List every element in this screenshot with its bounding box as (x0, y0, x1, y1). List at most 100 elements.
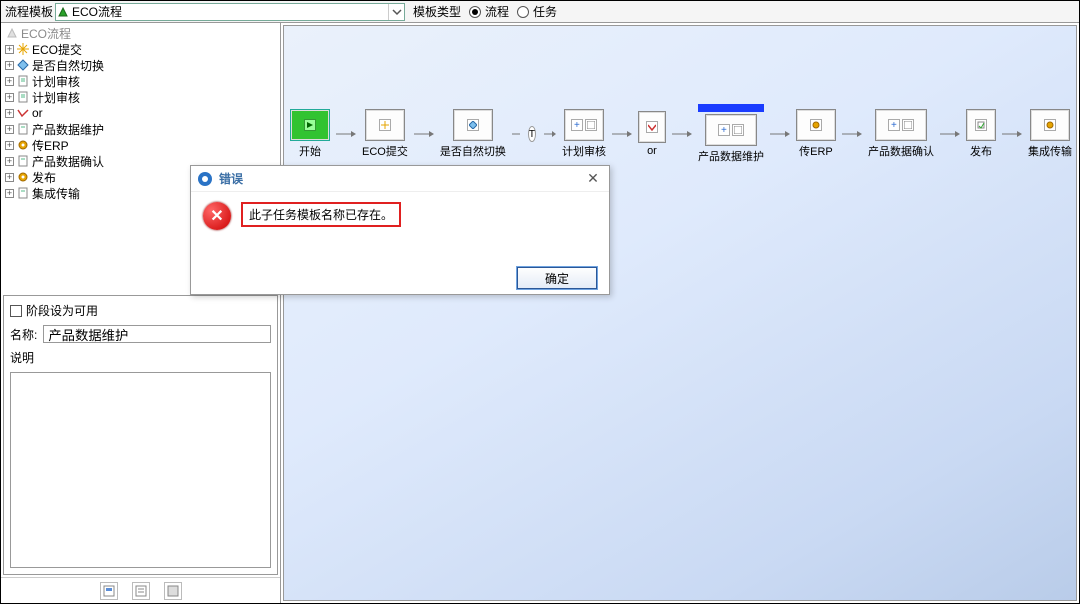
arrow-icon (414, 129, 434, 139)
node-data-maintain[interactable]: + 产品数据维护 (698, 104, 764, 164)
tree-item-label: 计划审核 (32, 73, 80, 90)
radio-task[interactable] (517, 6, 529, 18)
tree-item[interactable]: + 计划审核 (3, 89, 278, 105)
tree-item-label: 传ERP (32, 137, 69, 154)
tree-item[interactable]: + or (3, 105, 278, 121)
toolbar-button-2[interactable] (132, 582, 150, 600)
doc-icon (16, 90, 30, 104)
template-combo[interactable]: ECO流程 (55, 3, 405, 21)
toolbar-button-1[interactable] (100, 582, 118, 600)
arrow-icon (770, 129, 790, 139)
diamond-icon (16, 58, 30, 72)
left-panel: ECO流程 + ECO提交 + 是否自然切换 + 计划审核 (1, 23, 281, 603)
expand-icon[interactable]: + (5, 157, 14, 166)
gear-icon (16, 170, 30, 184)
node-label: ECO提交 (362, 143, 408, 159)
radio-task-group[interactable]: 任务 (517, 3, 557, 20)
name-input[interactable] (43, 325, 271, 343)
flow-canvas[interactable]: 开始 ECO提交 是否自然切换 T + (283, 25, 1077, 601)
dialog-body: ✕ 此子任务模板名称已存在。 (191, 192, 609, 262)
tree-item-label: 计划审核 (32, 89, 80, 106)
node-publish[interactable]: 发布 (966, 109, 996, 159)
tree-root[interactable]: ECO流程 (3, 25, 278, 41)
doc-icon (16, 154, 30, 168)
node-label: 计划审核 (562, 143, 606, 159)
node-label: 传ERP (799, 143, 833, 159)
node-plan-review[interactable]: + 计划审核 (562, 109, 606, 159)
expand-icon[interactable]: + (5, 125, 14, 134)
expand-icon[interactable]: + (5, 45, 14, 54)
node-label: 集成传输 (1028, 143, 1072, 159)
stage-checkbox-label: 阶段设为可用 (26, 302, 98, 319)
radio-flow[interactable] (469, 6, 481, 18)
name-row: 名称: (10, 325, 271, 343)
radio-flow-label: 流程 (485, 3, 509, 20)
expand-icon[interactable]: + (5, 93, 14, 102)
arrow-icon (940, 129, 960, 139)
desc-label: 说明 (10, 349, 271, 366)
arrow-icon (1002, 129, 1022, 139)
arrow-icon (842, 129, 862, 139)
gear-icon (16, 138, 30, 152)
button-bar (1, 577, 280, 603)
tree-item-label: 产品数据确认 (32, 153, 104, 170)
selection-bar (698, 104, 764, 112)
expand-icon[interactable]: + (5, 109, 14, 118)
type-label: 模板类型 (413, 3, 461, 20)
tree-item[interactable]: + 是否自然切换 (3, 57, 278, 73)
top-toolbar: 流程模板 ECO流程 模板类型 流程 任务 (1, 1, 1079, 23)
radio-flow-group[interactable]: 流程 (469, 3, 509, 20)
dialog-buttons: 确定 (191, 262, 609, 294)
tree-item[interactable]: + ECO提交 (3, 41, 278, 57)
tree-item-label: or (32, 106, 43, 120)
spark-icon (16, 42, 30, 56)
error-icon: ✕ (203, 202, 231, 230)
arrow-icon (512, 129, 520, 139)
tree-item-label: 产品数据维护 (32, 121, 104, 138)
ok-button[interactable]: 确定 (517, 267, 597, 289)
or-icon (16, 106, 30, 120)
doc-icon (16, 122, 30, 136)
chevron-down-icon[interactable] (388, 4, 404, 20)
radio-task-label: 任务 (533, 3, 557, 20)
app-icon (197, 171, 213, 187)
desc-textarea[interactable] (10, 372, 271, 568)
toolbar-button-3[interactable] (164, 582, 182, 600)
node-label: 产品数据维护 (698, 148, 764, 164)
doc-icon (16, 186, 30, 200)
node-eco-submit[interactable]: ECO提交 (362, 109, 408, 159)
arrow-icon (336, 129, 356, 139)
tree-item[interactable]: + 产品数据维护 (3, 121, 278, 137)
triangle-icon (56, 5, 70, 19)
tree-item[interactable]: + 计划审核 (3, 73, 278, 89)
close-icon[interactable]: ✕ (583, 169, 603, 189)
arrow-icon (612, 129, 632, 139)
node-start[interactable]: 开始 (290, 109, 330, 159)
node-label: 是否自然切换 (440, 143, 506, 159)
tree-item[interactable]: + 传ERP (3, 137, 278, 153)
node-switch[interactable]: 是否自然切换 (440, 109, 506, 159)
gate-t[interactable]: T (528, 126, 536, 142)
triangle-icon (5, 26, 19, 40)
node-erp[interactable]: 传ERP (796, 109, 836, 159)
node-or[interactable]: or (638, 111, 666, 157)
stage-checkbox[interactable] (10, 305, 22, 317)
node-label: or (647, 145, 657, 157)
node-integrate[interactable]: 集成传输 (1028, 109, 1072, 159)
stage-checkbox-row[interactable]: 阶段设为可用 (10, 302, 271, 319)
dialog-titlebar[interactable]: 错误 ✕ (191, 166, 609, 192)
expand-icon[interactable]: + (5, 77, 14, 86)
expand-icon[interactable]: + (5, 141, 14, 150)
expand-icon[interactable]: + (5, 61, 14, 70)
node-label: 产品数据确认 (868, 143, 934, 159)
desc-wrap (10, 372, 271, 568)
arrow-icon (544, 129, 556, 139)
template-value: ECO流程 (70, 3, 388, 20)
node-label: 发布 (970, 143, 992, 159)
expand-icon[interactable]: + (5, 173, 14, 182)
tree-root-label: ECO流程 (21, 25, 71, 42)
node-data-confirm[interactable]: + 产品数据确认 (868, 109, 934, 159)
tree-item-label: 发布 (32, 169, 56, 186)
app-root: 流程模板 ECO流程 模板类型 流程 任务 (0, 0, 1080, 604)
expand-icon[interactable]: + (5, 189, 14, 198)
